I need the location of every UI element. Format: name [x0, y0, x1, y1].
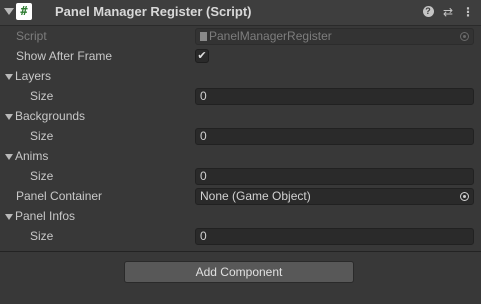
triangle-down-icon[interactable] [5, 114, 13, 120]
anims-label: Anims [15, 149, 49, 163]
layers-foldout[interactable]: Layers [0, 67, 481, 87]
layers-label: Layers [15, 69, 52, 83]
kebab-menu-icon[interactable]: ⋮ [460, 4, 476, 20]
triangle-down-icon[interactable] [4, 8, 14, 15]
anims-foldout[interactable]: Anims [0, 147, 481, 167]
script-value: PanelManagerRegister [209, 29, 332, 43]
preset-sliders-icon[interactable]: ⇄ [440, 4, 456, 20]
panel-container-field[interactable]: None (Game Object) [195, 188, 474, 205]
show-after-frame-checkbox[interactable]: ✔ [195, 49, 209, 63]
script-file-icon [200, 32, 207, 41]
panel-container-row: Panel Container None (Game Object) [0, 187, 481, 207]
triangle-down-icon[interactable] [5, 214, 13, 220]
component-header[interactable]: # Panel Manager Register (Script) ? ⇄ ⋮ [0, 0, 481, 26]
script-row: Script PanelManagerRegister [0, 27, 481, 47]
show-after-frame-label: Show After Frame [16, 49, 113, 63]
backgrounds-size-row: Size 0 [0, 127, 481, 147]
panel-container-label: Panel Container [16, 189, 103, 203]
layers-size-row: Size 0 [0, 87, 481, 107]
help-glyph: ? [422, 6, 434, 17]
anims-size-label: Size [30, 169, 54, 183]
divider [0, 251, 481, 252]
help-icon[interactable]: ? [420, 4, 436, 20]
component-title: Panel Manager Register (Script) [55, 4, 252, 19]
backgrounds-size-input[interactable]: 0 [195, 128, 474, 145]
layers-size-label: Size [30, 89, 54, 103]
backgrounds-label: Backgrounds [15, 109, 86, 123]
script-label: Script [16, 29, 47, 43]
panel-infos-label: Panel Infos [15, 209, 76, 223]
backgrounds-size-label: Size [30, 129, 54, 143]
script-field: PanelManagerRegister [195, 28, 474, 45]
add-component-button[interactable]: Add Component [124, 261, 354, 283]
anims-size-row: Size 0 [0, 167, 481, 187]
panel-infos-foldout[interactable]: Panel Infos [0, 207, 481, 227]
script-icon[interactable]: # [16, 3, 32, 20]
triangle-down-icon[interactable] [5, 154, 13, 160]
object-picker-icon [460, 32, 469, 41]
layers-size-input[interactable]: 0 [195, 88, 474, 105]
triangle-down-icon[interactable] [5, 74, 13, 80]
anims-size-input[interactable]: 0 [195, 168, 474, 185]
inspector-panel: # Panel Manager Register (Script) ? ⇄ ⋮ … [0, 0, 481, 304]
backgrounds-foldout[interactable]: Backgrounds [0, 107, 481, 127]
panel-infos-size-row: Size 0 [0, 227, 481, 247]
panel-infos-size-input[interactable]: 0 [195, 228, 474, 245]
object-picker-icon[interactable] [460, 192, 469, 201]
panel-infos-size-label: Size [30, 229, 54, 243]
show-after-frame-row: Show After Frame ✔ [0, 47, 481, 67]
panel-container-value: None (Game Object) [200, 189, 311, 203]
